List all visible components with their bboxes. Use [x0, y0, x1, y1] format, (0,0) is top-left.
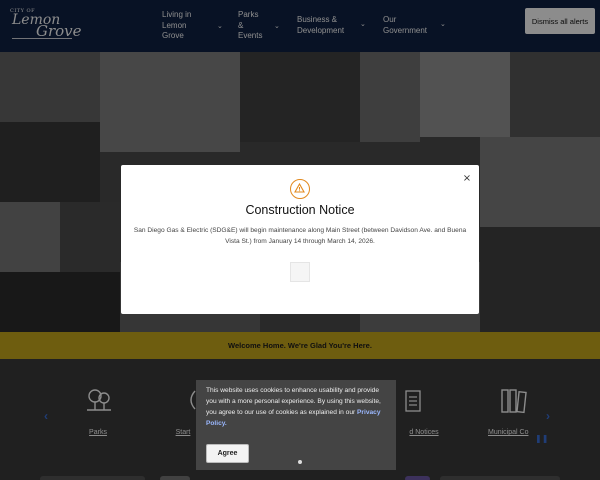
- cookie-notice: This website uses cookies to enhance usa…: [196, 380, 396, 470]
- modal-body-text: San Diego Gas & Electric (SDG&E) will be…: [133, 227, 467, 245]
- agree-button[interactable]: Agree: [206, 444, 249, 463]
- carousel-indicator-dot[interactable]: [298, 460, 302, 464]
- construction-notice-modal: × Construction Notice San Diego Gas & El…: [121, 165, 479, 314]
- modal-title: Construction Notice: [245, 203, 355, 217]
- cookie-text-block: This website uses cookies to enhance usa…: [206, 385, 391, 429]
- warning-icon: [290, 179, 310, 199]
- cookie-text: This website uses cookies to enhance usa…: [206, 387, 381, 416]
- modal-image-placeholder: [290, 262, 310, 282]
- close-icon[interactable]: ×: [460, 171, 474, 185]
